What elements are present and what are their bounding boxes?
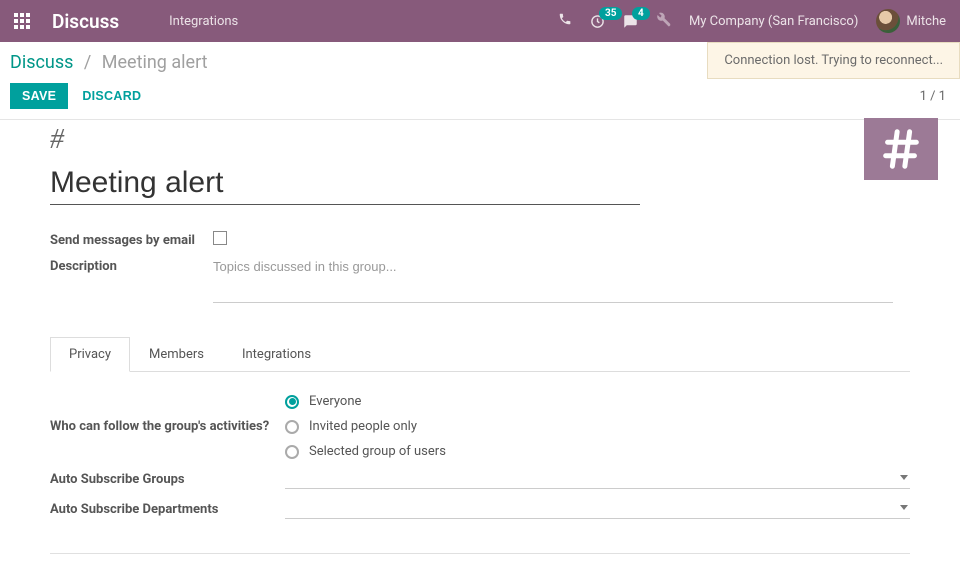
form-sheet: # Send messages by email Description Pri… (0, 120, 960, 582)
auto-groups-label: Auto Subscribe Groups (50, 472, 285, 487)
breadcrumb-sep: / (84, 52, 91, 73)
connection-toast: Connection lost. Trying to reconnect... (707, 42, 960, 79)
follow-label: Who can follow the group's activities? (50, 419, 285, 434)
radio-selected[interactable]: Selected group of users (285, 444, 446, 459)
pager[interactable]: 1 / 1 (920, 89, 946, 104)
activities-badge: 35 (599, 7, 622, 20)
radio-everyone[interactable]: Everyone (285, 394, 446, 409)
radio-invited[interactable]: Invited people only (285, 419, 446, 434)
discard-button[interactable]: DISCARD (82, 89, 141, 103)
tab-members[interactable]: Members (130, 337, 223, 372)
auto-departments-label: Auto Subscribe Departments (50, 502, 285, 517)
phone-icon[interactable] (558, 12, 572, 30)
brand[interactable]: Discuss (52, 10, 119, 33)
radio-invited-label: Invited people only (309, 419, 417, 434)
action-bar: SAVE DISCARD 1 / 1 (0, 73, 960, 119)
settings-icon[interactable] (656, 12, 671, 31)
description-input[interactable] (213, 257, 893, 276)
toast-message: Connection lost. Trying to reconnect... (724, 53, 943, 68)
channel-name-input[interactable] (50, 162, 640, 205)
radio-icon (285, 420, 299, 434)
tab-privacy[interactable]: Privacy (50, 337, 130, 372)
tabs: Privacy Members Integrations (50, 337, 910, 372)
send-email-checkbox[interactable] (213, 231, 227, 245)
tab-body-privacy: Who can follow the group's activities? E… (50, 372, 910, 562)
messages-icon[interactable]: 4 (623, 14, 638, 29)
hash-prefix: # (50, 124, 910, 156)
save-button[interactable]: SAVE (10, 83, 68, 109)
breadcrumb-root[interactable]: Discuss (10, 52, 73, 73)
auto-groups-field[interactable] (285, 469, 910, 489)
user-name: Mitche (906, 14, 946, 29)
radio-selected-label: Selected group of users (309, 444, 446, 459)
channel-image[interactable] (864, 118, 938, 180)
navbar: Discuss Integrations 35 4 My Company (Sa… (0, 0, 960, 42)
messages-badge: 4 (632, 7, 650, 20)
user-menu[interactable]: Mitche (876, 9, 946, 33)
description-label: Description (50, 257, 213, 274)
activities-icon[interactable]: 35 (590, 14, 605, 29)
radio-icon (285, 445, 299, 459)
apps-icon[interactable] (14, 13, 30, 29)
radio-icon (285, 395, 299, 409)
description-underline (213, 302, 893, 303)
send-email-label: Send messages by email (50, 231, 213, 248)
auto-departments-field[interactable] (285, 499, 910, 519)
radio-everyone-label: Everyone (309, 394, 361, 409)
breadcrumb-current: Meeting alert (102, 52, 208, 73)
company-selector[interactable]: My Company (San Francisco) (689, 14, 858, 29)
nav-menu-integrations[interactable]: Integrations (169, 14, 238, 29)
avatar (876, 9, 900, 33)
sheet-divider (50, 553, 910, 554)
tab-integrations[interactable]: Integrations (223, 337, 330, 372)
